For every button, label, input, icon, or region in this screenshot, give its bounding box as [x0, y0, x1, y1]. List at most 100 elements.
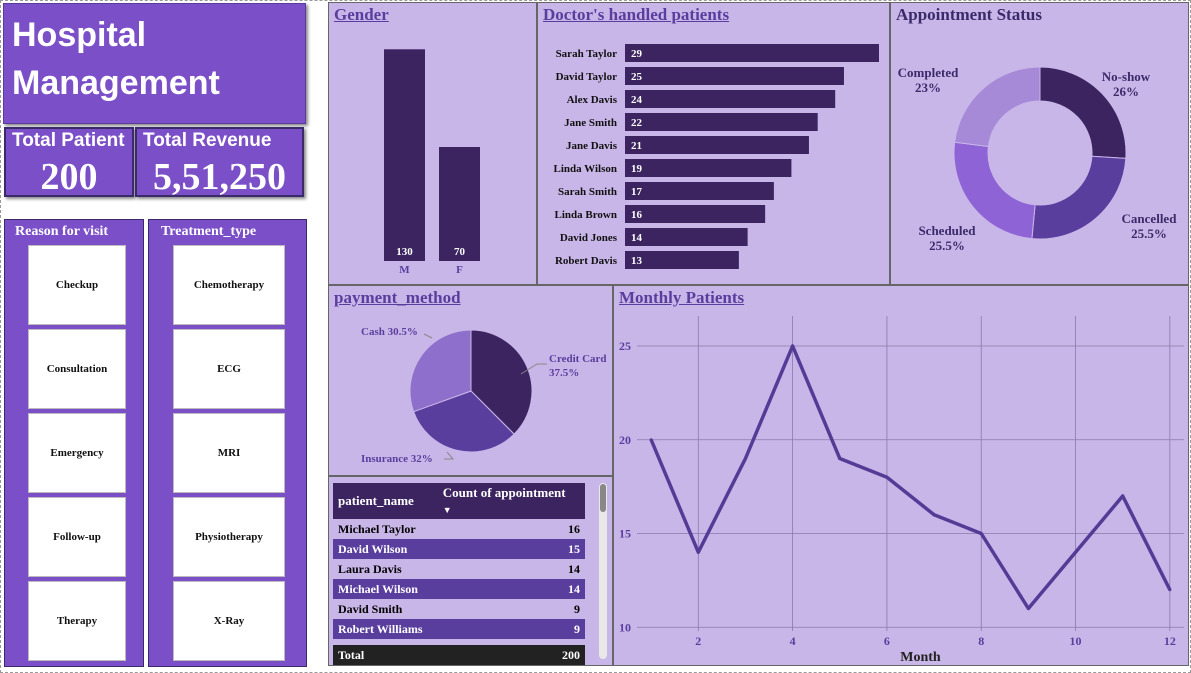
gender-bar-value: 130	[396, 246, 413, 258]
cell-patient-name: David Smith	[338, 601, 403, 616]
cell-patient-name: Michael Taylor	[338, 521, 416, 536]
y-tick-label: 15	[619, 527, 631, 541]
pie-slice-label: Cash 30.5%	[361, 326, 418, 338]
payment-chart-panel: payment_method Credit Card 37.5% Insurance…	[328, 285, 613, 476]
table-row[interactable]: Laura Davis 14	[333, 559, 585, 579]
kpi-revenue-label: Total Revenue	[143, 130, 272, 151]
x-tick-label: 2	[695, 634, 701, 648]
treatment-tile-physiotherapy[interactable]: Physiotherapy	[173, 497, 285, 577]
total-value: 200	[562, 647, 580, 662]
cell-count: 15	[568, 541, 580, 556]
doctor-bar	[625, 159, 792, 177]
table-scrollbar-track[interactable]	[599, 483, 607, 659]
table-scrollbar-thumb[interactable]	[600, 484, 606, 512]
reason-slicer-title: Reason for visit	[15, 224, 109, 239]
sort-down-icon: ▼	[442, 505, 452, 515]
table-header-row: patient_name Count of appointment ▼	[333, 483, 585, 519]
doctor-name-label: Alex Davis	[567, 94, 618, 106]
donut-slice	[1031, 155, 1127, 240]
table-row[interactable]: Michael Wilson 14	[333, 579, 585, 599]
monthly-patients-line	[649, 344, 1172, 611]
cell-count: 9	[574, 621, 580, 636]
y-tick-label: 20	[619, 433, 631, 447]
cell-patient-name: David Wilson	[338, 541, 408, 556]
cell-count: 14	[568, 581, 580, 596]
kpi-total-revenue[interactable]: Total Revenue 5,51,250	[135, 127, 304, 198]
doctor-bar	[625, 182, 774, 200]
y-tick-label: 25	[619, 339, 631, 353]
cell-patient-name: Laura Davis	[338, 561, 402, 576]
doctor-bar-value: 21	[631, 140, 642, 152]
pie-slice-label: Insurance 32%	[361, 453, 433, 465]
monthly-data-point	[979, 532, 983, 535]
kpi-total-patient[interactable]: Total Patient 200	[4, 127, 134, 198]
treatment-tile-ecg[interactable]: ECG	[173, 329, 285, 409]
monthly-data-point	[791, 344, 795, 348]
monthly-data-point	[1168, 588, 1172, 592]
doctor-bar-value: 17	[631, 186, 643, 198]
doctor-bar-value: 25	[631, 71, 643, 83]
gender-tick-label: M	[399, 264, 410, 276]
cell-patient-name: Robert Williams	[338, 621, 423, 636]
doctor-bar-value: 13	[631, 255, 643, 267]
x-tick-label: 10	[1070, 634, 1082, 648]
donut-slice-percent: 26%	[1113, 84, 1139, 99]
treatment-tile-chemotherapy[interactable]: Chemotherapy	[173, 245, 285, 325]
table-row[interactable]: Michael Taylor 16	[333, 519, 585, 539]
doctor-bar	[625, 205, 766, 223]
title-line-1: Hospital	[12, 16, 147, 54]
monthly-data-point	[1074, 550, 1078, 554]
title-line-2: Management	[12, 64, 220, 102]
table-row[interactable]: David Wilson 15	[333, 539, 585, 559]
payment-pie-chart: Credit Card 37.5% Insurance 32% Cash 30.5%	[361, 326, 607, 465]
doctors-chart: 29 Sarah Taylor 25 David Taylor 24 Alex Davis…	[554, 44, 879, 269]
monthly-data-point	[885, 475, 889, 479]
appointment-chart-panel: Appointment Status No-show 26% Cancelled 25…	[890, 2, 1189, 285]
treatment-tile-mri[interactable]: MRI	[173, 413, 285, 493]
cell-count: 14	[568, 561, 580, 576]
col-header-patient-name[interactable]: patient_name	[333, 483, 438, 519]
doctor-bar	[625, 136, 809, 154]
y-tick-label: 10	[619, 620, 631, 634]
monthly-data-point	[932, 513, 936, 517]
kpi-patients-label: Total Patient	[12, 130, 125, 151]
reason-tile-checkup[interactable]: Checkup	[28, 245, 126, 325]
col-header-count[interactable]: Count of appointment ▼	[438, 483, 585, 519]
monthly-data-point	[1026, 607, 1030, 610]
donut-slice	[954, 66, 1041, 148]
doctors-chart-panel: Doctor's handled patients 29 Sarah Taylor…	[537, 2, 890, 285]
doctor-name-label: Sarah Taylor	[556, 48, 618, 60]
doctor-name-label: David Jones	[560, 232, 618, 244]
reason-slicer: Reason for visit Checkup Consultation Em…	[4, 219, 144, 667]
treatment-tile-x-ray[interactable]: X-Ray	[173, 581, 285, 661]
doctor-bar-value: 24	[631, 94, 643, 106]
donut-slice-label: Scheduled	[918, 223, 976, 238]
reason-tile-emergency[interactable]: Emergency	[28, 413, 126, 493]
x-tick-label: 6	[884, 634, 890, 648]
reason-tile-follow-up[interactable]: Follow-up	[28, 497, 126, 577]
kpi-patients-value: 200	[40, 156, 98, 198]
monthly-chart-panel: Monthly Patients 2 4 6 8 10 12 10 15 20 25 Month	[613, 285, 1189, 666]
gender-bar	[439, 147, 480, 261]
pie-leader-line	[423, 333, 433, 339]
reason-tile-consultation[interactable]: Consultation	[28, 329, 126, 409]
monthly-data-point	[838, 457, 842, 460]
donut-slice-percent: 25.5%	[1131, 226, 1167, 241]
total-label: Total	[338, 647, 365, 662]
doctor-name-label: Jane Smith	[564, 117, 617, 129]
patients-table: patient_name Count of appointment ▼ Micha…	[333, 483, 585, 665]
x-tick-label: 4	[790, 634, 796, 648]
doctor-bar-value: 16	[631, 209, 643, 221]
x-tick-label: 12	[1164, 634, 1176, 648]
table-row[interactable]: Robert Williams 9	[333, 619, 585, 639]
doctor-name-label: David Taylor	[556, 71, 618, 83]
table-row[interactable]: David Smith 9	[333, 599, 585, 619]
dashboard-title-card: Hospital Management	[3, 3, 306, 124]
cell-count: 16	[568, 521, 580, 536]
doctor-name-label: Linda Brown	[555, 209, 617, 221]
gender-bar-value: 70	[454, 246, 466, 258]
reason-tile-therapy[interactable]: Therapy	[28, 581, 126, 661]
doctor-name-label: Linda Wilson	[554, 163, 618, 175]
doctor-bar-value: 14	[631, 232, 643, 244]
col-header-count-label: Count of appointment	[442, 485, 566, 500]
